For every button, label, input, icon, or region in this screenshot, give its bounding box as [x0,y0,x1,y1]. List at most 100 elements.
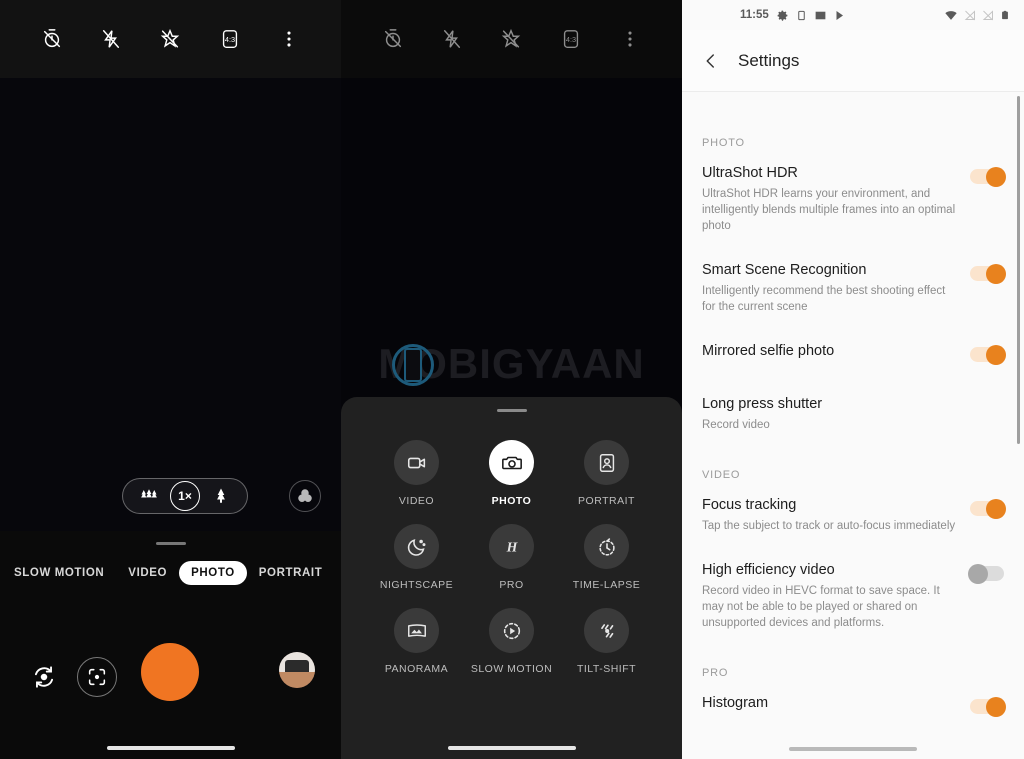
mode-chip-nightscape[interactable]: NIGHTSCA [334,561,341,585]
shutter-button[interactable] [141,643,199,701]
watermark-phone-icon [404,348,422,382]
setting-title: Smart Scene Recognition [702,262,867,278]
panorama-icon[interactable] [394,608,439,653]
mode-cell-panorama[interactable]: PANORAMA [369,608,464,675]
color-filter-icon[interactable] [289,480,321,512]
toggle-histogram[interactable] [970,696,1006,717]
dock-drag-handle[interactable] [155,542,186,545]
sim-card-icon [796,9,807,22]
battery-icon [1000,8,1010,22]
mode-cell-tilt-shift[interactable]: TILT-SHIFT [559,608,654,675]
image-icon [814,9,827,22]
video-camera-icon[interactable] [394,440,439,485]
mode-cell-portrait[interactable]: PORTRAIT [559,440,654,507]
setting-text: Mirrored selfie photo [702,341,958,361]
gallery-thumbnail[interactable] [279,652,315,688]
toggle-smart-scene-recognition[interactable] [970,263,1006,284]
settings-list[interactable]: PHOTO UltraShot HDR UltraShot HDR learns… [682,93,1024,759]
mode-chip-video[interactable]: VIDEO [116,561,179,585]
timer-off-icon[interactable] [380,26,406,52]
mode-cell-photo[interactable]: PHOTO [464,440,559,507]
section-label-photo: PHOTO [702,137,745,149]
mode-cell-slow-motion[interactable]: SLOW MOTION [464,608,559,675]
setting-title: Mirrored selfie photo [702,343,835,359]
section-label-video: VIDEO [702,469,741,481]
mode-label: PORTRAIT [578,495,635,507]
setting-row-high-efficiency-video[interactable]: High efficiency video Record video in HE… [682,560,1024,631]
mode-label: VIDEO [398,495,435,507]
portrait-icon[interactable] [584,440,629,485]
setting-row-mirrored-selfie-photo[interactable]: Mirrored selfie photo [682,341,1024,365]
hdr-off-icon[interactable] [157,26,183,52]
mode-cell-video[interactable]: VIDEO [369,440,464,507]
tilt-shift-icon[interactable] [584,608,629,653]
signal-off-1-icon [964,9,976,22]
camera-preview[interactable] [0,78,341,531]
setting-row-histogram[interactable]: Histogram [682,693,1024,717]
more-options-icon[interactable] [617,26,643,52]
mode-chip-portrait[interactable]: PORTRAIT [247,561,335,585]
zoom-controls-row: 1× [0,476,341,516]
flash-off-icon[interactable] [439,26,465,52]
camera-top-toolbar-dimmed: 4:3 [341,0,682,78]
setting-subtitle: UltraShot HDR learns your environment, a… [702,188,956,232]
status-bar: 11:55 [682,0,1024,30]
play-store-icon [834,9,846,22]
zoom-tele-icon[interactable] [203,479,239,513]
timelapse-icon[interactable] [584,524,629,569]
mode-cell-nightscape[interactable]: NIGHTSCAPE [369,524,464,591]
mode-cell-time-lapse[interactable]: TIME-LAPSE [559,524,654,591]
setting-row-focus-tracking[interactable]: Focus tracking Tap the subject to track … [682,495,1024,534]
setting-text: UltraShot HDR UltraShot HDR learns your … [702,163,958,234]
toggle-mirrored-selfie-photo[interactable] [970,344,1006,365]
gear-icon [776,9,789,22]
sheet-drag-handle[interactable] [496,409,527,412]
more-options-icon[interactable] [276,26,302,52]
setting-row-ultrashot-hdr[interactable]: UltraShot HDR UltraShot HDR learns your … [682,163,1024,234]
timer-off-icon[interactable] [39,26,65,52]
camera-settings-screen: 11:55 Settings PHOTO UltraShot HDR Ultra… [682,0,1024,759]
toggle-focus-tracking[interactable] [970,498,1006,519]
toggle-ultrashot-hdr[interactable] [970,166,1006,187]
aspect-ratio-icon[interactable]: 4:3 [558,26,584,52]
setting-title: Focus tracking [702,497,797,513]
back-chevron-icon[interactable] [702,52,720,70]
scan-lens-icon[interactable] [77,657,117,697]
home-indicator [789,747,917,751]
setting-text: Histogram [702,693,958,713]
zoom-selector[interactable]: 1× [122,478,248,514]
slow-motion-icon[interactable] [489,608,534,653]
camera-top-toolbar: 4:3 [0,0,341,78]
setting-title: UltraShot HDR [702,165,798,181]
settings-scrollbar[interactable] [1017,96,1020,444]
status-bar-right [944,8,1010,22]
mode-label: PHOTO [491,495,532,507]
mode-grid: VIDEO PHOTO PORTRAIT NIGHTSCAPE H PRO TI… [341,440,682,675]
svg-text:4:3: 4:3 [566,35,576,44]
moon-icon[interactable] [394,524,439,569]
mode-label: TILT-SHIFT [576,663,637,675]
home-indicator [447,746,576,750]
mode-cell-pro[interactable]: H PRO [464,524,559,591]
setting-text: Focus tracking Tap the subject to track … [702,495,958,534]
mode-label: NIGHTSCAPE [379,579,454,591]
hdr-off-icon[interactable] [498,26,524,52]
setting-subtitle: Record video [702,419,770,431]
camera-mode-strip[interactable]: SLOW MOTION VIDEO PHOTO PORTRAIT NIGHTSC… [0,561,341,585]
mode-label: PRO [499,579,524,591]
setting-row-long-press-shutter[interactable]: Long press shutter Record video [682,394,1024,433]
switch-camera-icon[interactable] [24,657,64,697]
wifi-icon [944,9,958,22]
toggle-high-efficiency-video[interactable] [968,563,1004,584]
home-indicator [106,746,235,750]
aspect-ratio-icon[interactable]: 4:3 [217,26,243,52]
hasselblad-h-icon[interactable]: H [489,524,534,569]
mode-chip-slow-motion[interactable]: SLOW MOTION [2,561,116,585]
setting-row-smart-scene-recognition[interactable]: Smart Scene Recognition Intelligently re… [682,260,1024,315]
camera-icon[interactable] [489,440,534,485]
flash-off-icon[interactable] [98,26,124,52]
mode-chip-photo[interactable]: PHOTO [179,561,247,585]
setting-subtitle: Intelligently recommend the best shootin… [702,285,946,313]
zoom-level-label[interactable]: 1× [170,481,200,511]
zoom-wide-icon[interactable] [131,479,167,513]
